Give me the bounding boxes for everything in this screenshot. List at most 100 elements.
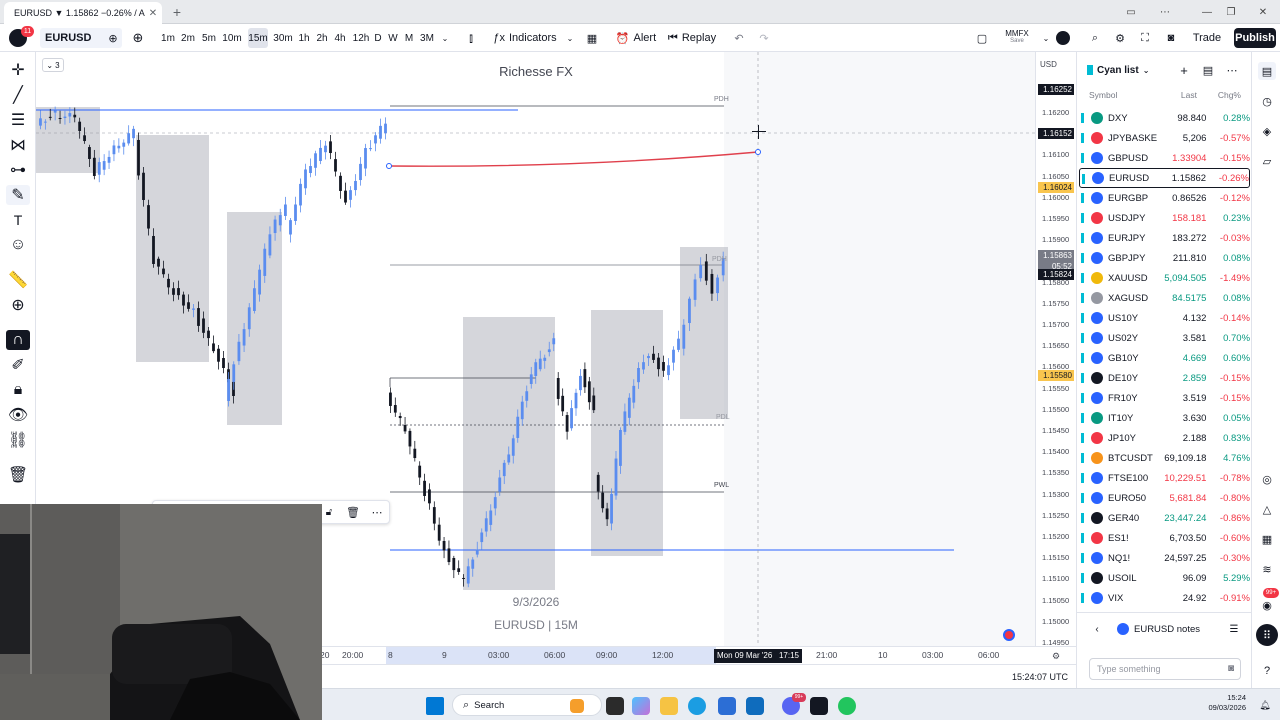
notes-list-icon[interactable]: ☰ <box>1227 622 1241 636</box>
new-tab-button[interactable]: + <box>168 3 186 21</box>
interval-30m[interactable]: 30m <box>273 28 293 48</box>
profile-icon[interactable] <box>1056 31 1070 45</box>
watchlist-row[interactable]: JPYBASKET 5,206 -0.57% <box>1079 128 1250 148</box>
watchlist-icon[interactable]: ▤ <box>1258 62 1276 80</box>
watchlist-row[interactable]: EURGBP 0.86526 -0.12% <box>1079 188 1250 208</box>
undo-icon[interactable]: ↶ <box>732 28 746 48</box>
quick-search-icon[interactable]: ⌕ <box>1088 28 1102 48</box>
watchlist-row[interactable]: DE10Y 2.859 -0.15% <box>1079 368 1250 388</box>
watchlist-row[interactable]: XAUUSD 5,094.505 -1.49% <box>1079 268 1250 288</box>
fib-tool-icon[interactable]: ☰ <box>6 110 30 130</box>
watchlist-row[interactable]: NQ1! 24,597.25 -0.30% <box>1079 548 1250 568</box>
magnet-tool-icon[interactable]: ∩ <box>6 330 30 350</box>
pattern-tool-icon[interactable]: ⋈ <box>6 135 30 155</box>
forecast-tool-icon[interactable]: ⊶ <box>6 160 30 180</box>
text-tool-icon[interactable]: T <box>6 210 30 230</box>
watchlist-row[interactable]: GBPUSD 1.33904 -0.15% <box>1079 148 1250 168</box>
cast-icon[interactable]: ▭ <box>1122 4 1140 20</box>
watchlist-row[interactable]: IT10Y 3.630 0.05% <box>1079 408 1250 428</box>
interval-15m[interactable]: 15m <box>248 28 268 48</box>
watchlist-row[interactable]: FTSE100 10,229.51 -0.78% <box>1079 468 1250 488</box>
watchlist-row[interactable]: USDJPY 158.181 0.23% <box>1079 208 1250 228</box>
notes-input[interactable]: Type something ◙ <box>1089 658 1241 680</box>
watchlist-row[interactable]: EURUSD 1.15862 -0.26% <box>1079 168 1250 188</box>
zoom-in-tool-icon[interactable]: ⊕ <box>6 295 30 315</box>
edge-browser-icon[interactable] <box>688 697 706 715</box>
interval-2m[interactable]: 2m <box>180 28 196 48</box>
utc-clock[interactable]: 15:24:07 UTC <box>1012 672 1068 682</box>
interval-4h[interactable]: 4h <box>334 28 346 48</box>
watchlist-row[interactable]: GB10Y 4.669 0.60% <box>1079 348 1250 368</box>
crosshair-tool-icon[interactable]: ✛ <box>6 60 30 80</box>
alerts-clock-icon[interactable]: ◷ <box>1258 92 1276 110</box>
interval-1h[interactable]: 1h <box>298 28 310 48</box>
interval-D[interactable]: D <box>374 28 382 48</box>
interval-12h[interactable]: 12h <box>353 28 370 48</box>
watchlist-row[interactable]: BTCUSDT 69,109.18 4.76% <box>1079 448 1250 468</box>
axis-settings-icon[interactable]: ⚙ <box>1049 649 1063 663</box>
indicators-dropdown-icon[interactable]: ⌄ <box>564 28 576 48</box>
price-axis[interactable]: USD 1.162001.161501.161001.160501.160001… <box>1035 52 1076 647</box>
settings-gear-icon[interactable]: ⚙ <box>1113 28 1127 48</box>
trade-button[interactable]: Trade <box>1190 28 1224 48</box>
maximize-icon[interactable]: ❐ <box>1222 4 1240 20</box>
layers-icon[interactable]: ◈ <box>1258 122 1276 140</box>
streams-icon[interactable]: ≋ <box>1258 560 1276 578</box>
help-icon[interactable]: ? <box>1258 662 1276 680</box>
interval-dropdown-icon[interactable]: ⌄ <box>439 28 451 48</box>
emoji-tool-icon[interactable]: ☺ <box>6 235 30 255</box>
remove-drawings-icon[interactable]: 🗑︎ <box>6 465 30 485</box>
delete-drawing-icon[interactable]: 🗑︎ <box>345 504 361 520</box>
tradingview-app-icon[interactable] <box>810 697 828 715</box>
layout-select-icon[interactable]: ▢ <box>974 28 990 48</box>
target-icon[interactable]: ◎ <box>1258 470 1276 488</box>
snapshot-camera-icon[interactable]: ◙ <box>1163 28 1179 48</box>
watchlist-row[interactable]: VIX 24.92 -0.91% <box>1079 588 1250 608</box>
watchlist-row[interactable]: EURO50 5,681.84 -0.80% <box>1079 488 1250 508</box>
compare-icon[interactable]: ⊕ <box>130 28 146 48</box>
bar-style-icon[interactable]: ⫾ <box>463 28 479 48</box>
watchlist-row[interactable]: GBPJPY 211.810 0.08% <box>1079 248 1250 268</box>
publish-button[interactable]: Publish <box>1234 28 1276 48</box>
close-window-icon[interactable]: ✕ <box>1254 4 1272 20</box>
replay-button[interactable]: ⏮ Replay <box>668 28 716 48</box>
col-chg[interactable]: Chg% <box>1217 90 1241 100</box>
link-icon[interactable]: ⛓ <box>6 430 30 450</box>
chat-icon[interactable]: ▱ <box>1258 152 1276 170</box>
templates-icon[interactable]: ▦ <box>584 28 600 48</box>
watchlist-row[interactable]: XAGUSD 84.5175 0.08% <box>1079 288 1250 308</box>
currency-label[interactable]: USD <box>1040 60 1057 69</box>
file-explorer-icon[interactable] <box>660 697 678 715</box>
indicators-button[interactable]: ƒx Indicators <box>492 28 558 48</box>
watchlist-row[interactable]: EURJPY 183.272 -0.03% <box>1079 228 1250 248</box>
browser-tab[interactable]: EURUSD ▼ 1.15862 −0.26% / A ✕ <box>4 2 162 24</box>
copilot-icon[interactable] <box>632 697 650 715</box>
more-options-icon[interactable]: ⋯ <box>369 504 385 520</box>
go-to-realtime-icon[interactable] <box>1003 629 1015 641</box>
interval-3M[interactable]: 3M <box>420 28 434 48</box>
watchlist-header[interactable]: Cyan list ⌄ <box>1087 62 1149 78</box>
watchlist-more-icon[interactable]: ⋯ <box>1225 62 1239 78</box>
lock-drawings-icon[interactable]: 🔒︎ <box>6 380 30 400</box>
ruler-tool-icon[interactable]: 📏 <box>6 270 30 290</box>
widgets-icon[interactable] <box>570 699 584 713</box>
interval-2h[interactable]: 2h <box>316 28 328 48</box>
add-symbol-watchlist-icon[interactable]: + <box>1177 62 1191 78</box>
watchlist-row[interactable]: USOIL 96.09 5.29% <box>1079 568 1250 588</box>
trend-line-tool-icon[interactable]: ╱ <box>6 85 30 105</box>
interval-W[interactable]: W <box>388 28 398 48</box>
windows-start-icon[interactable] <box>426 697 444 715</box>
notifications-icon[interactable]: ◉ <box>1258 596 1276 614</box>
calendar-icon[interactable]: ▦ <box>1258 530 1276 548</box>
layout-name-button[interactable]: MMFX Save <box>1000 29 1034 47</box>
mail-icon[interactable] <box>746 697 764 715</box>
add-symbol-icon[interactable]: ⊕ <box>106 28 120 48</box>
alert-button[interactable]: ⏰ Alert <box>614 28 658 48</box>
brush-tool-icon[interactable]: ✎ <box>6 185 30 205</box>
watchlist-row[interactable]: ES1! 6,703.50 -0.60% <box>1079 528 1250 548</box>
interval-M[interactable]: M <box>404 28 414 48</box>
terminal-app-icon[interactable] <box>838 697 856 715</box>
stay-in-drawing-icon[interactable]: ✐ <box>6 355 30 375</box>
interval-1m[interactable]: 1m <box>160 28 176 48</box>
notes-back-icon[interactable]: ‹ <box>1091 622 1103 636</box>
